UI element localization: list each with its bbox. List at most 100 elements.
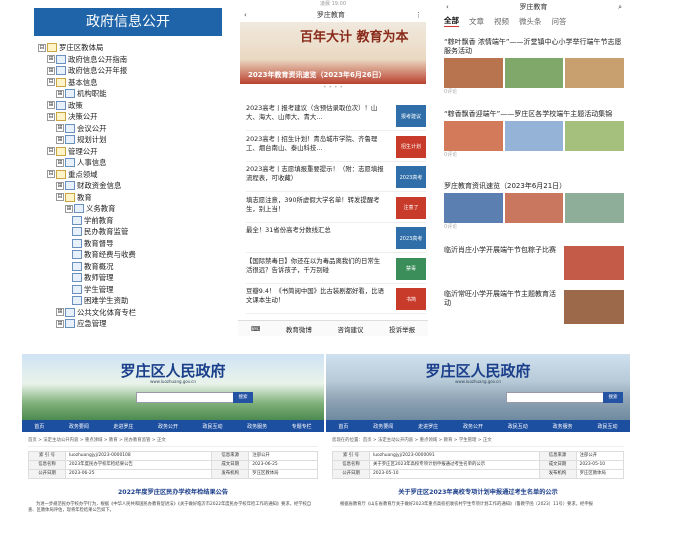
folder-icon	[65, 135, 75, 144]
nav-item[interactable]: 政务要闻	[69, 423, 89, 430]
tree-node[interactable]: ⊞ 政府信息公开指南	[47, 54, 127, 65]
tree-node[interactable]: ⊞ 规划计划	[56, 134, 107, 145]
tree-node[interactable]: ⊞ 会议公开	[56, 123, 107, 134]
info-meta-table: 索 引 号 luozhuangjyj/2023-0000108 信息来源 注部公开 信息…	[28, 451, 318, 479]
article-heading: 关于罗庄区2023年高校专项计划申报通过考生名单的公示	[398, 489, 558, 496]
collapse-icon[interactable]: ⊟	[38, 43, 46, 52]
tree-node[interactable]: 教育督导	[65, 238, 114, 249]
search-button[interactable]: 搜索	[233, 392, 253, 403]
nav-item[interactable]: 首页	[34, 423, 44, 430]
tree-node[interactable]: ⊞ 财政资金信息	[56, 180, 121, 191]
expand-icon[interactable]: ⊞	[56, 308, 64, 316]
collapse-icon[interactable]: ⊟	[47, 78, 55, 86]
nav-item[interactable]: 政务公开	[158, 423, 178, 430]
article-item[interactable]: 罗庄教育资讯速览（2023年6月21日） 0评论	[444, 182, 625, 230]
more-menu-icon[interactable]: ⋮	[415, 11, 422, 19]
article-thumbnail	[564, 290, 624, 324]
tree-node[interactable]: ⊟ 决策公开	[47, 111, 98, 122]
news-item[interactable]: 豆瓣9.4！《书简阅中国》比古装剧都好看，比语文课本生动！ 书简	[246, 287, 426, 314]
folder-icon	[72, 284, 82, 294]
main-nav: 首页 政务要闻 走进罗庄 政务公开 政民互动 政务服务 政民互动	[326, 420, 630, 432]
expand-icon[interactable]: ⊞	[65, 204, 73, 213]
bottom-menu-complaint[interactable]: 投诉举报	[389, 324, 415, 334]
nav-item[interactable]: 政民互动	[508, 423, 528, 430]
nav-item[interactable]: 政务服务	[247, 423, 267, 430]
expand-icon[interactable]: ⊞	[56, 319, 64, 328]
expand-icon[interactable]: ⊞	[47, 101, 55, 109]
bottom-menu-consult[interactable]: 咨询建议	[337, 324, 363, 334]
nav-item[interactable]: 政务要闻	[373, 423, 393, 430]
search-icon[interactable]: ⌕	[618, 3, 622, 12]
bottom-menu-weibo[interactable]: 教育微博	[286, 324, 312, 334]
expand-icon[interactable]: ⊞	[56, 135, 64, 144]
nav-item[interactable]: 专题专栏	[292, 423, 312, 430]
news-item[interactable]: 填志愿注意，390所虚假大学名单！转发提醒考生，别上当！ 注意了	[246, 196, 426, 223]
meta-key: 发布机构	[211, 469, 250, 479]
nav-item[interactable]: 政务服务	[553, 423, 573, 430]
expand-icon[interactable]: ⊞	[56, 89, 64, 98]
tree-node[interactable]: ⊟ 基本信息	[47, 77, 98, 88]
tree-node[interactable]: 学前教育	[65, 215, 114, 226]
expand-icon[interactable]: ⊞	[56, 181, 64, 190]
tree-node[interactable]: 民办教育监管	[65, 226, 128, 237]
tree-node[interactable]: ⊞ 政策	[47, 100, 83, 111]
tab-micro[interactable]: 微头条	[519, 16, 542, 27]
expand-icon[interactable]: ⊞	[47, 55, 55, 63]
tree-node[interactable]: ⊟ 教育	[56, 192, 92, 203]
nav-item[interactable]: 政民互动	[597, 423, 617, 430]
nav-item[interactable]: 政民互动	[203, 423, 223, 430]
tab-articles[interactable]: 文章	[469, 16, 484, 27]
tab-videos[interactable]: 视频	[494, 16, 509, 27]
collapse-icon[interactable]: ⊟	[56, 193, 64, 201]
article-item[interactable]: “粽叶飘香 浓情端午”——沂堂镇中心小学举行端午节志愿服务活动 0评论	[444, 38, 625, 95]
folder-icon	[65, 181, 75, 190]
tree-node[interactable]: ⊟ 管理公开	[47, 146, 98, 157]
meta-value: 罗庄区教体局	[248, 469, 318, 479]
news-item[interactable]: 2023高考丨招生计划！青岛城市学院、齐鲁理工、烟台南山、泰山科技… 招生计划	[246, 135, 426, 162]
article-thumbnail	[564, 246, 624, 280]
search-input[interactable]	[506, 392, 604, 403]
collapse-icon[interactable]: ⊟	[47, 147, 55, 155]
news-title: 2023高考丨报考建议（含预估录取位次）！山大、海大、山师大、青大…	[246, 104, 378, 121]
nav-item[interactable]: 政务公开	[463, 423, 483, 430]
article-item[interactable]: “粽香飘香迎端午”——罗庄区各学校端午主题活动集锦 0评论	[444, 110, 625, 158]
expand-icon[interactable]: ⊞	[56, 124, 64, 132]
collapse-icon[interactable]: ⊟	[47, 170, 55, 178]
news-item[interactable]: 【国际禁毒日】你还在以为毒品离我们的日常生活很远？告诉孩子，千万别碰 禁毒	[246, 257, 426, 284]
search-button[interactable]: 搜索	[603, 392, 623, 403]
expand-icon[interactable]: ⊞	[56, 158, 64, 167]
nav-item[interactable]: 首页	[338, 423, 348, 430]
article-item[interactable]: 临沂常旺小学开展端午节主题教育活动	[444, 290, 624, 326]
tree-node[interactable]: ⊞ 义务教育	[65, 203, 116, 214]
tree-node[interactable]: 困难学生资助	[65, 295, 128, 306]
back-icon[interactable]: ‹	[244, 11, 247, 19]
tree-node[interactable]: ⊞ 公共文化体育专栏	[56, 307, 136, 318]
tab-all[interactable]: 全部	[444, 15, 459, 27]
nav-item[interactable]: 走进罗庄	[418, 423, 438, 430]
tree-node[interactable]: ⊞ 政府信息公开年报	[47, 65, 127, 76]
tab-qa[interactable]: 问答	[552, 16, 567, 27]
tree-node[interactable]: ⊟ 罗庄区教体局	[38, 42, 103, 53]
tree-node[interactable]: 教师管理	[65, 272, 114, 283]
folder-icon	[56, 54, 66, 64]
nav-item[interactable]: 走进罗庄	[113, 423, 133, 430]
meta-value: 2023-06-25	[248, 460, 318, 470]
tree-node[interactable]: ⊞ 人事信息	[56, 157, 107, 168]
tree-node[interactable]: 教育经费与收费	[65, 249, 136, 260]
tree-node[interactable]: 教育概况	[65, 261, 114, 272]
news-item[interactable]: 2023高考丨志愿填报重要提示！（附：志愿填报流程表，可收藏） 2023高考	[246, 165, 426, 192]
news-item[interactable]: 最全！31省份高考分数线汇总 2023高考	[246, 226, 426, 253]
back-icon[interactable]: ‹	[446, 3, 449, 11]
tree-node[interactable]: 学生管理	[65, 284, 114, 295]
headline-banner[interactable]: 百年大计 教育为本 2023年教育资讯速览（2023年6月26日）	[240, 22, 426, 84]
search-input[interactable]	[136, 392, 234, 403]
expand-icon[interactable]: ⊞	[47, 66, 55, 75]
news-item[interactable]: 2023高考丨报考建议（含预估录取位次）！山大、海大、山师大、青大… 报考建议	[246, 104, 426, 131]
tree-node[interactable]: ⊞ 机构职能	[56, 88, 107, 99]
site-title: 罗庄区人民政府	[120, 362, 226, 380]
collapse-icon[interactable]: ⊟	[47, 112, 55, 121]
tree-node[interactable]: ⊟ 重点领域	[47, 169, 98, 180]
tree-node[interactable]: ⊞ 应急管理	[56, 318, 107, 329]
keyboard-icon[interactable]: ⌨	[251, 325, 260, 333]
article-item[interactable]: 临沂肖庄小学开展端午节包粽子比赛	[444, 246, 624, 282]
